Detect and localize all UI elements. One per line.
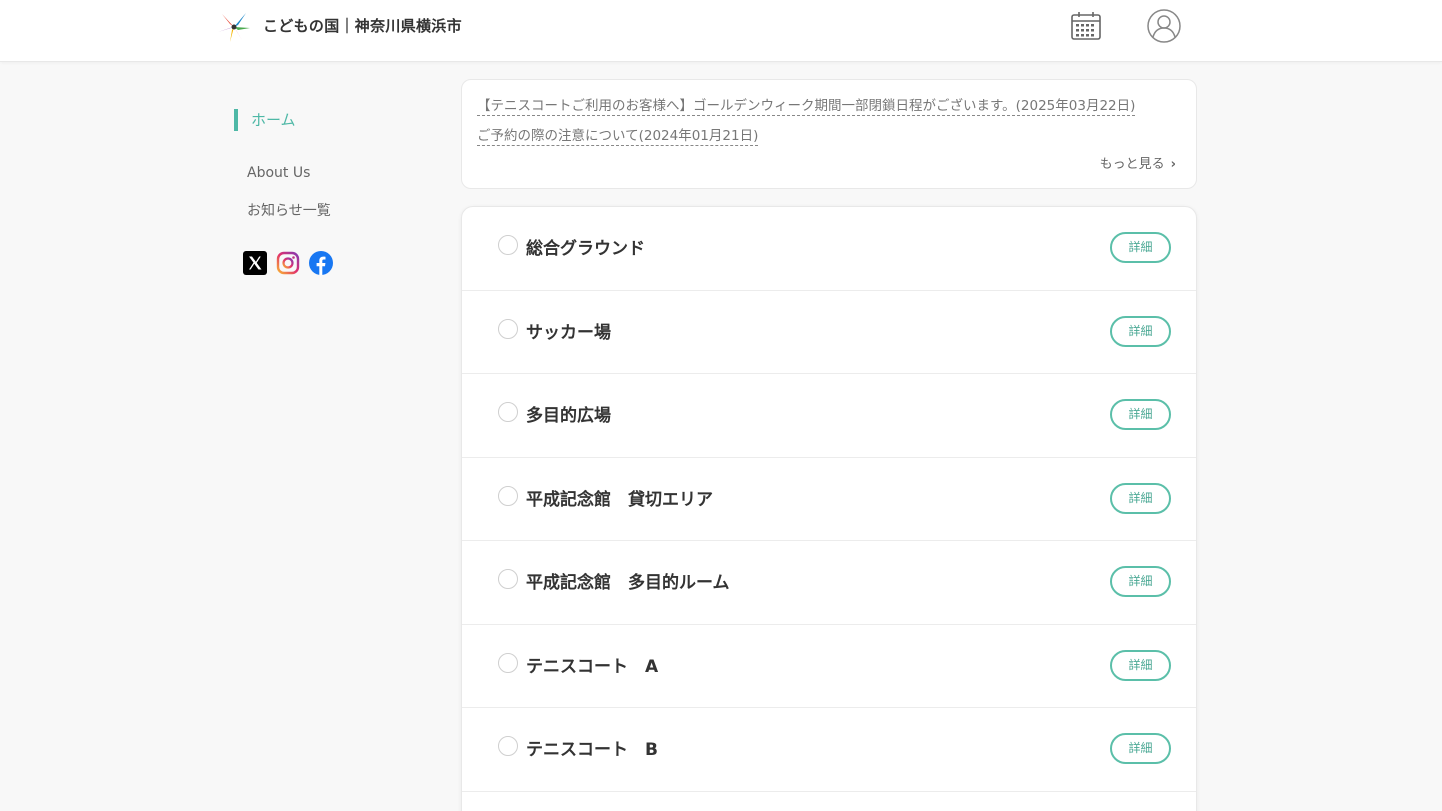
header: こどもの国｜神奈川県横浜市: [0, 0, 1442, 62]
social-links: [243, 251, 333, 275]
facility-row: 総合グラウンド 詳細: [462, 207, 1196, 291]
notice-link[interactable]: 【テニスコートご利用のお客様へ】ゴールデンウィーク期間一部閉鎖日程がございます。…: [477, 97, 1136, 116]
facility-name[interactable]: サッカー場: [526, 318, 611, 343]
facility-name[interactable]: 平成記念館 多目的ルーム: [526, 568, 730, 593]
sidebar-item-home[interactable]: ホーム: [234, 109, 296, 131]
facility-radio[interactable]: [498, 652, 518, 673]
notice-link[interactable]: ご予約の際の注意について(2024年01月21日): [477, 127, 759, 146]
detail-button[interactable]: 詳細: [1110, 649, 1171, 681]
site-title[interactable]: こどもの国｜神奈川県横浜市: [263, 15, 462, 36]
calendar-icon[interactable]: [1069, 10, 1103, 42]
facility-radio[interactable]: [498, 318, 518, 339]
notice-panel: 【テニスコートご利用のお客様へ】ゴールデンウィーク期間一部閉鎖日程がございます。…: [461, 79, 1197, 189]
facility-row: 平成記念館 多目的ルーム 詳細: [462, 541, 1196, 625]
detail-button[interactable]: 詳細: [1110, 399, 1171, 430]
instagram-icon[interactable]: [276, 251, 300, 275]
facility-name[interactable]: 平成記念館 貸切エリア: [526, 485, 713, 510]
sidebar-item-about[interactable]: About Us: [247, 165, 310, 181]
facility-list: 総合グラウンド 詳細 サッカー場 詳細 多目的広場 詳細 平成記念館 貸切エリア…: [461, 206, 1197, 811]
facility-name[interactable]: テニスコート B: [526, 735, 658, 760]
facility-name[interactable]: 多目的広場: [526, 401, 611, 426]
sidebar-item-news[interactable]: お知らせ一覧: [247, 200, 331, 220]
chevron-right-icon: ›: [1170, 157, 1176, 172]
facility-radio[interactable]: [498, 402, 518, 422]
facility-radio[interactable]: [498, 235, 518, 255]
facility-radio[interactable]: [498, 736, 518, 756]
more-notices-label: もっと見る: [1099, 157, 1165, 172]
detail-button[interactable]: 詳細: [1110, 733, 1171, 764]
kodomonokuni-logo-icon[interactable]: [216, 10, 252, 44]
facility-name[interactable]: テニスコート A: [526, 652, 658, 677]
detail-button[interactable]: 詳細: [1110, 315, 1171, 347]
facility-row: 多目的広場 詳細: [462, 374, 1196, 458]
facility-row: テニスコート A 詳細: [462, 625, 1196, 708]
detail-button[interactable]: 詳細: [1110, 566, 1171, 597]
facility-row: テニスコート B 詳細: [462, 708, 1196, 792]
facility-row: サッカー場 詳細: [462, 291, 1196, 374]
user-account-icon[interactable]: [1146, 8, 1182, 44]
detail-button[interactable]: 詳細: [1110, 232, 1171, 263]
facility-name[interactable]: 総合グラウンド: [526, 234, 645, 259]
detail-button[interactable]: 詳細: [1110, 482, 1171, 514]
x-icon[interactable]: [243, 251, 267, 275]
more-notices-link[interactable]: もっと見る ›: [1100, 153, 1176, 172]
facility-row: 平成記念館 貸切エリア 詳細: [462, 458, 1196, 541]
facility-radio[interactable]: [498, 569, 518, 589]
facility-radio[interactable]: [498, 485, 518, 506]
facebook-icon[interactable]: [309, 251, 333, 275]
